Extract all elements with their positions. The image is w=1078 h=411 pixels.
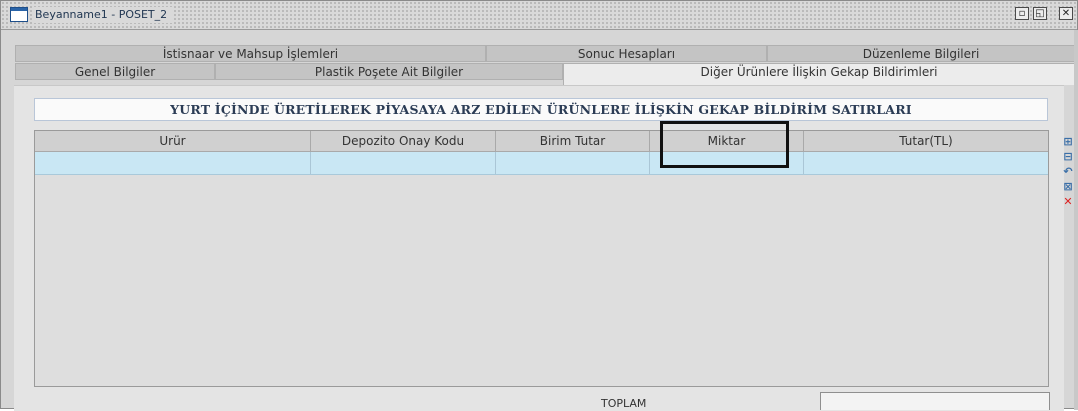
cell-urun[interactable] xyxy=(35,152,311,174)
table-row[interactable] xyxy=(35,152,1048,175)
tab-plastik-posete-ait-bilgiler[interactable]: Plastik Poşete Ait Bilgiler xyxy=(215,63,563,80)
tab-row-1: İstisnaar ve Mahsup İşlemleri Sonuc Hesa… xyxy=(15,45,1075,62)
minimize-icon[interactable]: ▫ xyxy=(1015,7,1029,20)
app-window: Beyanname1 - POSET_2 ▫ ◱ ✕ İstisnaar ve … xyxy=(0,0,1078,411)
title-bar[interactable]: Beyanname1 - POSET_2 ▫ ◱ ✕ xyxy=(1,1,1077,30)
total-label: TOPLAM xyxy=(601,397,647,410)
undo-row-icon[interactable]: ↶ xyxy=(1061,165,1075,179)
clear-row-icon[interactable]: ⊠ xyxy=(1061,180,1075,194)
tab-sonuc-hesaplari[interactable]: Sonuc Hesapları xyxy=(486,45,767,62)
window-edge xyxy=(1074,30,1078,410)
cell-depozito-onay-kodu[interactable] xyxy=(311,152,496,174)
tab-duzenleme-bilgileri[interactable]: Düzenleme Bilgileri xyxy=(767,45,1075,62)
window-icon xyxy=(10,7,28,22)
miktar-highlight-box xyxy=(660,121,789,168)
maximize-icon[interactable]: ◱ xyxy=(1033,7,1047,20)
tab-diger-urunlere-iliskin-gekap[interactable]: Diğer Ürünlere İlişkin Gekap Bildirimler… xyxy=(563,63,1075,85)
row-toolbar: ⊞ ⊟ ↶ ⊠ ✕ xyxy=(1059,135,1075,210)
column-header-depozito-onay-kodu[interactable]: Depozito Onay Kodu xyxy=(311,131,496,152)
column-header-tutar[interactable]: Tutar(TL) xyxy=(804,131,1048,152)
add-row-icon[interactable]: ⊞ xyxy=(1061,135,1075,149)
grid-header: Urür Depozito Onay Kodu Birim Tutar Mikt… xyxy=(35,131,1048,152)
cell-tutar[interactable] xyxy=(804,152,1048,174)
close-icon[interactable]: ✕ xyxy=(1059,7,1073,20)
gekap-grid: Urür Depozito Onay Kodu Birim Tutar Mikt… xyxy=(34,130,1049,387)
remove-row-icon[interactable]: ⊟ xyxy=(1061,150,1075,164)
column-header-urun[interactable]: Urür xyxy=(35,131,311,152)
tab-genel-bilgiler[interactable]: Genel Bilgiler xyxy=(15,63,215,80)
total-value-field xyxy=(820,392,1050,410)
delete-row-icon[interactable]: ✕ xyxy=(1061,195,1075,209)
tab-row-2: Genel Bilgiler Plastik Poşete Ait Bilgil… xyxy=(15,63,1075,85)
section-title: YURT İÇİNDE ÜRETİLEREK PİYASAYA ARZ EDİL… xyxy=(34,98,1048,121)
tab-istisnalar[interactable]: İstisnaar ve Mahsup İşlemleri xyxy=(15,45,486,62)
cell-birim-tutar[interactable] xyxy=(496,152,650,174)
window-title: Beyanname1 - POSET_2 xyxy=(33,7,174,23)
column-header-birim-tutar[interactable]: Birim Tutar xyxy=(496,131,650,152)
